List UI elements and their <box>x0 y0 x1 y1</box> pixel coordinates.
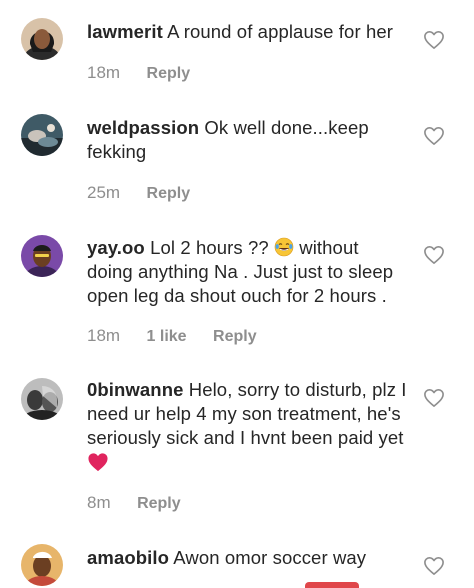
face-with-tears-of-joy-icon <box>274 237 294 257</box>
comment-body: Awon omor soccer way <box>173 547 367 568</box>
avatar[interactable] <box>21 378 63 420</box>
heart-outline-icon[interactable] <box>423 30 445 50</box>
avatar[interactable] <box>21 114 63 156</box>
comment-meta: 8m Reply <box>87 492 181 514</box>
avatar[interactable] <box>21 18 63 60</box>
reply-button[interactable]: Reply <box>137 493 181 515</box>
heart-outline-icon[interactable] <box>423 245 445 265</box>
comment-username[interactable]: weldpassion <box>87 117 199 138</box>
likes-count-button[interactable]: 1 like <box>147 326 187 348</box>
comment-username[interactable]: 0binwanne <box>87 379 184 400</box>
bottom-indicator <box>305 582 359 588</box>
comment-timestamp: 25m <box>87 183 121 202</box>
comment-timestamp: 8m <box>87 493 111 512</box>
avatar[interactable] <box>21 235 63 277</box>
heart-outline-icon[interactable] <box>423 388 445 408</box>
avatar[interactable] <box>21 544 63 586</box>
comment-username[interactable]: amaobilo <box>87 547 169 568</box>
heart-outline-icon[interactable] <box>423 556 445 576</box>
comment-timestamp: 18m <box>87 326 121 345</box>
comment-text: weldpassion Ok well done...keep fekking <box>87 116 407 164</box>
comments-list: lawmerit A round of applause for her 18m… <box>0 0 474 588</box>
comment-body: A round of applause for her <box>167 21 393 42</box>
comment-text: lawmerit A round of applause for her <box>87 20 407 44</box>
comment-meta: 18m 1 like Reply <box>87 325 257 347</box>
comment-timestamp: 18m <box>87 63 121 82</box>
reply-button[interactable]: Reply <box>147 183 191 205</box>
comment-text: 0binwanne Helo, sorry to disturb, plz I … <box>87 378 407 478</box>
reply-button[interactable]: Reply <box>147 63 191 85</box>
comment-body: Lol 2 hours ?? <box>150 237 269 258</box>
heart-outline-icon[interactable] <box>423 126 445 146</box>
comment-text: amaobilo Awon omor soccer way <box>87 546 407 570</box>
comment-meta: 25m Reply <box>87 182 190 204</box>
comment-username[interactable]: lawmerit <box>87 21 163 42</box>
red-heart-icon <box>88 453 108 472</box>
reply-button[interactable]: Reply <box>213 326 257 348</box>
comment-text: yay.oo Lol 2 hours ?? without doing anyt… <box>87 236 407 308</box>
comment-meta: 18m Reply <box>87 62 190 84</box>
comment-username[interactable]: yay.oo <box>87 237 145 258</box>
